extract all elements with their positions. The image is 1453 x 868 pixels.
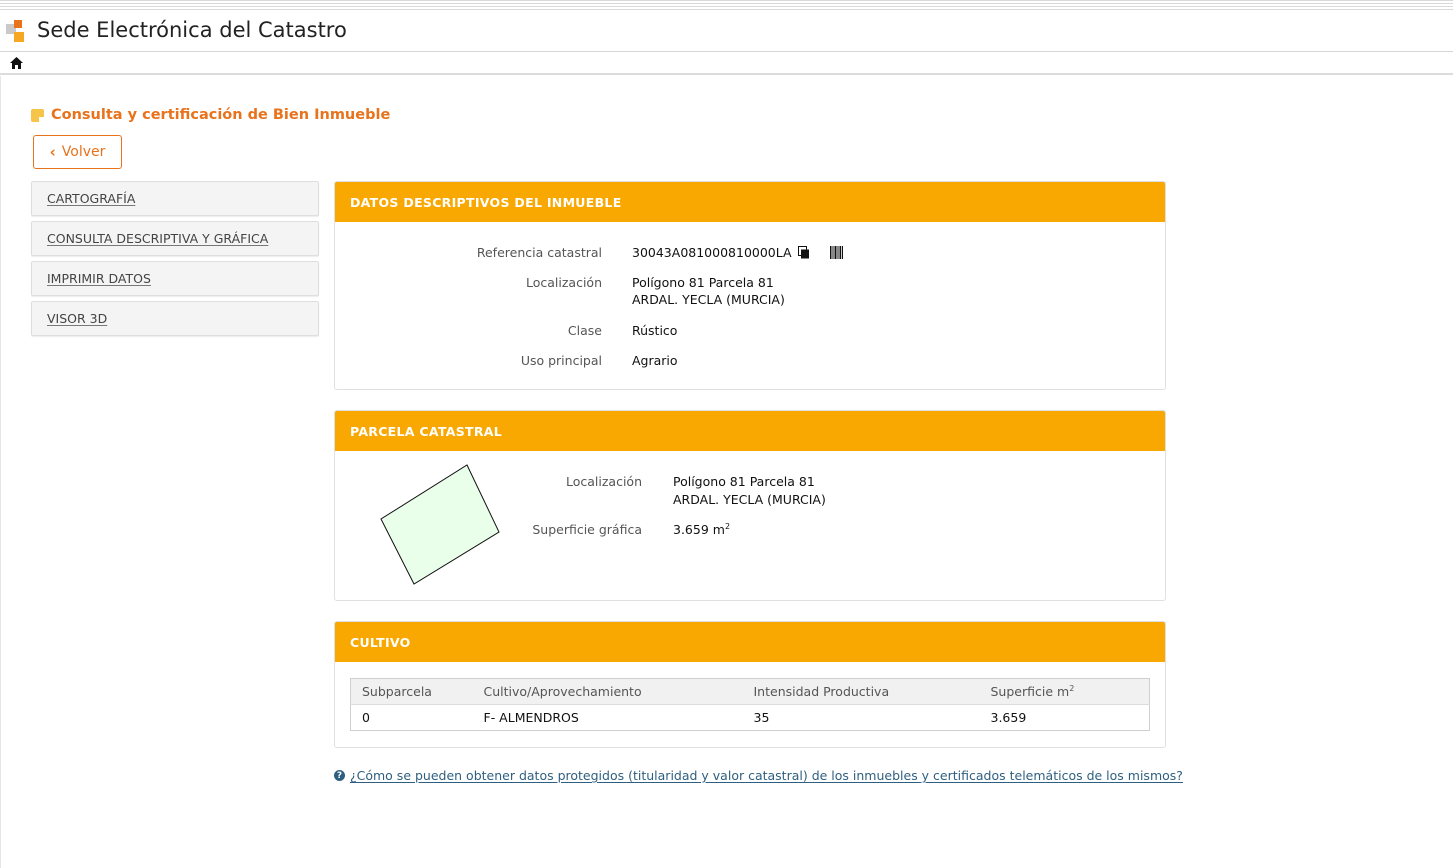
side-menu: CARTOGRAFÍA CONSULTA DESCRIPTIVA Y GRÁFI… — [31, 181, 319, 341]
class-value: Rústico — [632, 323, 678, 338]
catastro-logo-icon[interactable] — [6, 20, 28, 42]
location-line-2: ARDAL. YECLA (MURCIA) — [632, 292, 785, 307]
sidebar-item-label[interactable]: CARTOGRAFÍA — [47, 191, 135, 206]
sidebar-item-label[interactable]: CONSULTA DESCRIPTIVA Y GRÁFICA — [47, 231, 268, 246]
back-button-label: Volver — [61, 144, 106, 160]
column-header-subparcela: Subparcela — [350, 678, 484, 705]
cell-intensidad: 35 — [753, 710, 770, 725]
panel-header: PARCELA CATASTRAL — [335, 411, 1165, 451]
back-button[interactable]: ‹ Volver — [33, 135, 122, 169]
column-header-cultivo: Cultivo/Aprovechamiento — [483, 678, 754, 705]
help-section: ? ¿Cómo se pueden obtener datos protegid… — [334, 768, 1183, 783]
surface-unit: m — [712, 522, 725, 538]
sidebar-item-cartografia[interactable]: CARTOGRAFÍA — [31, 181, 319, 216]
sidebar-item-label[interactable]: VISOR 3D — [47, 311, 107, 326]
parcel-location-line-1: Polígono 81 Parcela 81 — [673, 474, 815, 489]
section-icon — [31, 108, 44, 122]
sidebar-item-consulta-descriptiva[interactable]: CONSULTA DESCRIPTIVA Y GRÁFICA — [31, 221, 319, 256]
breadcrumb-bar — [0, 53, 1453, 75]
chevron-left-icon: ‹ — [49, 143, 56, 161]
main-use-value: Agrario — [632, 353, 678, 368]
question-circle-icon: ? — [334, 770, 345, 781]
surface-label: Superficie gráfica — [532, 522, 642, 537]
location-label: Localización — [525, 275, 602, 290]
sidebar-item-visor-3d[interactable]: VISOR 3D — [31, 301, 319, 336]
barcode-icon[interactable] — [829, 246, 843, 259]
column-header-superficie-label: Superficie m — [990, 684, 1070, 700]
surface-unit-exponent: 2 — [724, 522, 731, 531]
cadastral-reference: 30043A081000810000LA — [632, 245, 792, 260]
table-header-row: Subparcela Cultivo/Aprovechamiento Inten… — [350, 678, 1150, 705]
cell-subparcela: 0 — [362, 710, 370, 725]
table-row: 0 F- ALMENDROS 35 3.659 — [351, 705, 1150, 731]
location-line-1: Polígono 81 Parcela 81 — [632, 275, 774, 290]
page-title: Consulta y certificación de Bien Inmuebl… — [51, 107, 391, 123]
parcel-location-line-2: ARDAL. YECLA (MURCIA) — [673, 492, 826, 507]
crop-table: Subparcela Cultivo/Aprovechamiento Inten… — [350, 678, 1150, 731]
copy-icon[interactable] — [797, 246, 810, 259]
column-header-superficie: Superficie m2 — [990, 678, 1150, 705]
surface-value-cell: 3.659 m2 — [673, 522, 730, 537]
site-header: Sede Electrónica del Catastro — [0, 12, 1453, 52]
home-icon[interactable] — [10, 57, 23, 69]
column-header-superficie-exponent: 2 — [1069, 683, 1075, 693]
page-left-border — [0, 76, 1, 868]
site-title[interactable]: Sede Electrónica del Catastro — [37, 18, 347, 42]
sidebar-item-label[interactable]: IMPRIMIR DATOS — [47, 271, 151, 286]
panel-header: CULTIVO — [335, 622, 1165, 662]
top-stripes — [0, 0, 1453, 12]
parcel-location-label: Localización — [565, 474, 642, 489]
ref-value-cell: 30043A081000810000LA — [632, 245, 843, 260]
surface-value: 3.659 — [673, 522, 709, 538]
cell-cultivo: F- ALMENDROS — [483, 710, 579, 725]
page-heading: Consulta y certificación de Bien Inmuebl… — [31, 106, 390, 124]
ref-label: Referencia catastral — [476, 245, 602, 260]
panel-header: DATOS DESCRIPTIVOS DEL INMUEBLE — [335, 182, 1165, 222]
main-use-label: Uso principal — [520, 353, 602, 368]
cell-superficie: 3.659 — [990, 710, 1027, 725]
class-label: Clase — [567, 323, 602, 338]
column-header-intensidad: Intensidad Productiva — [753, 678, 991, 705]
sidebar-item-imprimir-datos[interactable]: IMPRIMIR DATOS — [31, 261, 319, 296]
protected-data-help-link[interactable]: ¿Cómo se pueden obtener datos protegidos… — [350, 768, 1183, 783]
